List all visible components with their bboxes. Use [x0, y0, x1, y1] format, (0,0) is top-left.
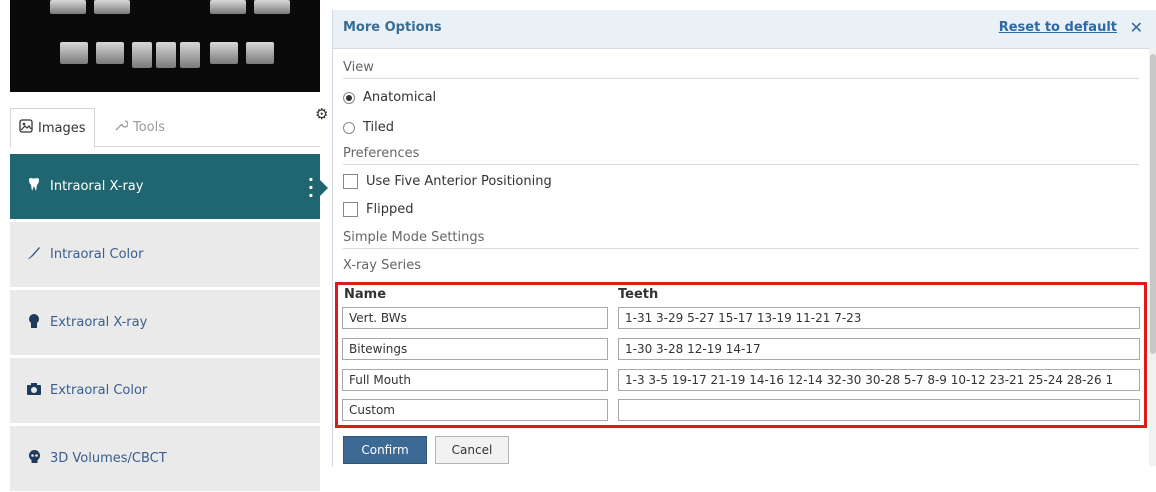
- scrollbar-thumb[interactable]: [1150, 54, 1156, 354]
- kebab-menu-icon[interactable]: · · ·: [308, 172, 314, 204]
- sidebar-item-label: 3D Volumes/CBCT: [50, 451, 167, 466]
- view-section-label: View: [343, 60, 1139, 79]
- brush-icon: [26, 246, 42, 264]
- radio-tiled[interactable]: Tiled: [343, 120, 394, 135]
- checkbox[interactable]: [343, 202, 358, 217]
- wrench-icon: [114, 118, 129, 136]
- image-tool-tabs: Images Tools: [10, 102, 320, 148]
- tab-tools[interactable]: Tools: [106, 108, 173, 146]
- radio-tiled-label: Tiled: [363, 120, 395, 135]
- series-teeth-input[interactable]: [618, 369, 1140, 391]
- tooth-icon: [26, 178, 42, 195]
- series-teeth-input[interactable]: [618, 399, 1140, 421]
- active-indicator: [320, 180, 328, 196]
- checkbox-flipped[interactable]: Flipped: [343, 202, 413, 217]
- sidebar-item-intraoral-xray[interactable]: Intraoral X-ray · · ·: [10, 154, 328, 220]
- radio-button[interactable]: [343, 91, 355, 104]
- preferences-section-label: Preferences: [343, 146, 1139, 165]
- image-icon: [19, 119, 33, 137]
- series-teeth-input[interactable]: [618, 307, 1140, 329]
- tab-images[interactable]: Images: [10, 108, 95, 148]
- simple-mode-section-label: Simple Mode Settings: [343, 230, 1139, 249]
- tab-images-label: Images: [38, 120, 86, 136]
- teeth-column-header: Teeth: [618, 287, 659, 302]
- close-icon[interactable]: ✕: [1130, 18, 1143, 37]
- radio-button[interactable]: [343, 121, 355, 134]
- series-name-input[interactable]: [342, 369, 608, 391]
- more-options-panel: More Options Reset to default ✕ View Ana…: [332, 10, 1156, 466]
- sidebar-item-label: Intraoral X-ray: [50, 179, 144, 194]
- name-column-header: Name: [344, 287, 387, 302]
- series-name-input[interactable]: [342, 399, 608, 421]
- series-name-input[interactable]: [342, 307, 608, 329]
- xray-series-section-label: X-ray Series: [343, 258, 422, 273]
- xray-series-table: Name Teeth: [335, 282, 1147, 428]
- sidebar-item-label: Intraoral Color: [50, 247, 144, 262]
- series-name-input[interactable]: [342, 338, 608, 360]
- xray-thumbnail[interactable]: [10, 0, 320, 92]
- sidebar-item-intraoral-color[interactable]: Intraoral Color: [10, 222, 320, 288]
- head-icon: [26, 313, 42, 332]
- panel-header: More Options Reset to default ✕: [333, 10, 1156, 49]
- checkbox-five-anterior[interactable]: Use Five Anterior Positioning: [343, 174, 552, 189]
- radio-anatomical[interactable]: Anatomical: [343, 90, 436, 105]
- camera-icon: [26, 382, 42, 399]
- sidebar-item-extraoral-color[interactable]: Extraoral Color: [10, 358, 320, 424]
- checkbox[interactable]: [343, 174, 358, 189]
- radio-anatomical-label: Anatomical: [363, 90, 437, 105]
- skull-icon: [26, 450, 42, 467]
- sidebar-item-3d-volumes[interactable]: 3D Volumes/CBCT: [10, 426, 320, 492]
- sidebar-item-extraoral-xray[interactable]: Extraoral X-ray: [10, 290, 320, 356]
- checkbox-flipped-label: Flipped: [366, 202, 414, 217]
- sidebar-item-label: Extraoral X-ray: [50, 315, 148, 330]
- sidebar-item-label: Extraoral Color: [50, 383, 148, 398]
- reset-to-default-link[interactable]: Reset to default: [999, 20, 1117, 35]
- left-panel: Images Tools ⚙ Intraoral X-ray · · · Intra…: [0, 0, 330, 492]
- tab-tools-label: Tools: [133, 119, 166, 135]
- panel-title: More Options: [343, 20, 442, 35]
- gear-icon[interactable]: ⚙: [315, 105, 328, 123]
- series-teeth-input[interactable]: [618, 338, 1140, 360]
- confirm-button[interactable]: Confirm: [343, 436, 427, 464]
- vertical-scrollbar[interactable]: [1149, 48, 1156, 466]
- checkbox-five-anterior-label: Use Five Anterior Positioning: [366, 174, 552, 189]
- cancel-button[interactable]: Cancel: [435, 436, 509, 464]
